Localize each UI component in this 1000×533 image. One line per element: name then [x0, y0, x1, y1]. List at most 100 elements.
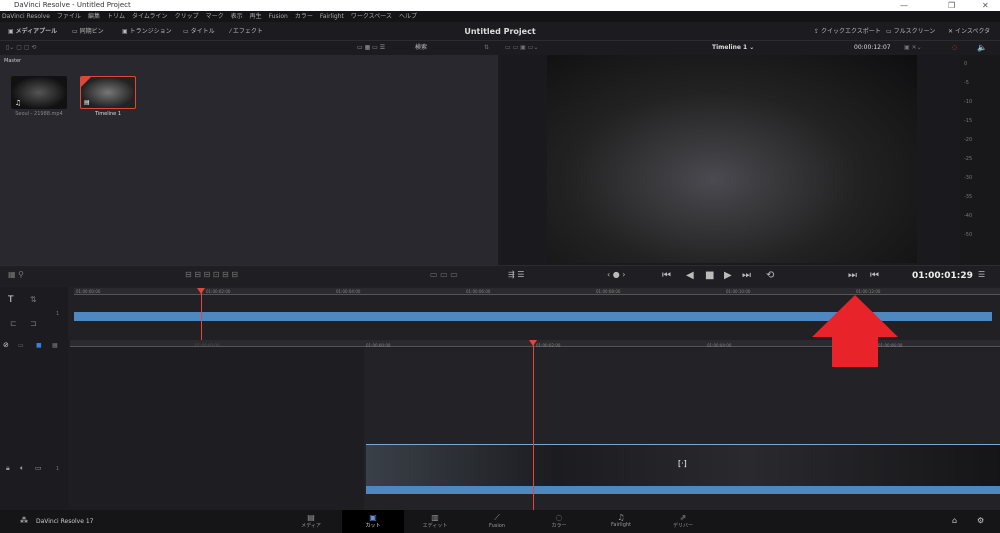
edit-tools[interactable]: ⊟ ⊟ ⊟ ⊡ ⊟ ⊟ [185, 270, 238, 279]
meter-label: -40 [964, 213, 973, 219]
menu-item[interactable]: トリム [107, 13, 125, 20]
loop-button[interactable]: ⟲ [766, 270, 774, 281]
search-button[interactable]: 検索 [415, 41, 427, 55]
view-icon[interactable]: ▦ [52, 342, 58, 349]
slip-icon[interactable]: ⊐ [30, 319, 37, 328]
go-to-end-button[interactable]: ⏭ [742, 270, 751, 281]
media-pool-button[interactable]: ▣ メディアプール [8, 22, 57, 41]
timeline-selector[interactable]: Timeline 1 ⌄ [712, 41, 754, 55]
upper-track-tools: T ⇅ ⊏ ⊐ 1 [0, 287, 68, 340]
titles-button[interactable]: ▭ タイトル [183, 22, 215, 41]
viewer-mode-icons[interactable]: ▭ ▭ ▣ ▭⌄ [505, 41, 538, 55]
menu-icon[interactable]: ☰ [978, 270, 985, 279]
menu-item[interactable]: ワークスペース [351, 13, 392, 20]
stop-button[interactable]: ■ [705, 270, 714, 281]
settings-gear-icon[interactable]: ⚙ [977, 516, 984, 525]
lower-playhead[interactable] [533, 341, 534, 510]
source-icons[interactable]: ⇶ ☰ [508, 270, 524, 279]
page-tab[interactable]: ▣ カット [342, 510, 404, 533]
menu-item[interactable]: 再生 [250, 13, 262, 20]
page-tab-label: メディア [301, 523, 321, 529]
meter-label: -10 [964, 99, 973, 105]
menu-item[interactable]: クリップ [175, 13, 199, 20]
view-mode-icons[interactable]: ▭ ▦ ▭ ☰ [357, 41, 385, 55]
inspector-button[interactable]: ✕ インスペクタ [948, 22, 990, 41]
quick-export-label: クイックエクスポート [820, 28, 881, 35]
meter-label: -30 [964, 175, 973, 181]
viewer-options-icons[interactable]: ▣ ✕⌄ [904, 41, 922, 55]
sync-bin-button[interactable]: ▭ 同期ビン [72, 22, 104, 41]
lock-track-icon[interactable]: 🔒︎ [6, 464, 10, 473]
video-clip[interactable]: [·] [366, 444, 1000, 486]
audio-clip[interactable] [366, 486, 1000, 494]
text-tool-icon[interactable]: T [8, 295, 14, 305]
menu-item[interactable]: DaVinci Resolve [2, 13, 50, 20]
transitions-button[interactable]: ▣ トランジション [122, 22, 172, 41]
fullscreen-button[interactable]: ▭ フルスクリーン [886, 22, 935, 41]
upper-playhead[interactable] [201, 289, 202, 340]
selected-corner-icon [81, 77, 91, 87]
bin-name: Master [4, 58, 22, 64]
maximize-button[interactable]: ❐ [948, 0, 955, 11]
menu-item[interactable]: マーク [206, 13, 224, 20]
prev-edit-button[interactable]: ⏮︎ [870, 270, 879, 281]
speaker-icon[interactable]: 🔈 [977, 43, 987, 52]
mute-track-icon[interactable]: 🔈︎ [20, 464, 24, 473]
page-tab[interactable]: ▥ エディット [404, 510, 466, 533]
marker-icon[interactable]: ■ [36, 342, 42, 349]
jog-control[interactable]: ‹ ● › [607, 270, 625, 279]
fullscreen-label: フルスクリーン [893, 28, 936, 35]
page-tab[interactable]: ⇗ デリバー [652, 510, 714, 533]
menu-item[interactable]: カラー [295, 13, 313, 20]
audio-meter: 🔈 0 -5 -10 -15 -20 -25 -30 -35 -40 -50 [960, 43, 1000, 265]
play-button[interactable]: ▶ [724, 270, 732, 281]
record-icon[interactable]: ◌ [952, 41, 957, 55]
link-icon[interactable]: ▭ [18, 342, 24, 349]
audio-tool-icon[interactable]: ⇅ [30, 295, 37, 304]
clip-thumbnail[interactable]: ♫ [11, 76, 67, 109]
menu-item[interactable]: Fairlight [320, 13, 344, 20]
close-button[interactable]: ✕ [982, 0, 989, 11]
layout-icons[interactable]: ▦ ⚲ [8, 270, 24, 279]
sort-icon[interactable]: ⇅ [484, 41, 489, 55]
toolbar: Untitled Project ▣ メディアプール ▭ 同期ビン ▣ トランジ… [0, 22, 1000, 41]
menu-item[interactable]: 表示 [231, 13, 243, 20]
play-reverse-button[interactable]: ◀ [686, 270, 694, 281]
snap-icon[interactable]: ⊘ [3, 341, 9, 349]
quick-export-button[interactable]: ⇪ クイックエクスポート [814, 22, 881, 41]
page-navigation: ⁂ DaVinci Resolve 17 ▤ メディア ▣ カット ▥ エディット ⟋ Fus… [0, 510, 1000, 533]
menu-bar: DaVinci Resolve ファイル 編集 トリム タイムライン クリップ マーク 表示再… [0, 11, 1000, 22]
track-number: 1 [56, 466, 60, 472]
upper-ruler[interactable]: 01:00:00:00 01:00:02:00 01:00:04:00 01:00:0… [74, 288, 1000, 295]
timeline-thumbnail[interactable]: ▤ [80, 76, 136, 109]
clip-tools[interactable]: ▭ ▭ ▭ [430, 270, 458, 279]
page-tab-label: エディット [422, 523, 448, 529]
transport-bar: ▦ ⚲ ⊟ ⊟ ⊟ ⊡ ⊟ ⊟ ▭ ▭ ▭ ⇶ ☰ ‹ ● › ⏮ ◀ ■ ▶ … [0, 265, 1000, 287]
trim-icon[interactable]: ⊏ [10, 319, 17, 328]
page-tab-icon: ◌ [555, 513, 563, 522]
page-tab[interactable]: ◌ カラー [528, 510, 590, 533]
page-tab-icon: ▤ [307, 513, 315, 522]
go-to-start-button[interactable]: ⏮ [662, 270, 671, 281]
meter-label: -25 [964, 156, 973, 162]
home-icon[interactable]: ⌂ [952, 516, 957, 525]
menu-item[interactable]: ヘルプ [399, 13, 417, 20]
pool-view-icons[interactable]: ▯⌄ ▢ ▢ ⟲ [6, 41, 36, 55]
menu-item[interactable]: Fusion [269, 13, 288, 20]
duration-timecode: 00:00:12:07 [854, 44, 891, 51]
media-pool: Master ♫ Seoul - 21988.mp4 ▤ Timeline 1 [0, 55, 498, 265]
video-frame[interactable] [547, 55, 917, 263]
page-tab[interactable]: ⟋ Fusion [466, 510, 528, 533]
window-title: DaVinci Resolve - Untitled Project [14, 1, 131, 9]
effects-label: エフェクト [232, 28, 263, 35]
viewer: 🔈 0 -5 -10 -15 -20 -25 -30 -35 -40 -50 [498, 43, 1000, 265]
page-tab[interactable]: ▤ メディア [280, 510, 342, 533]
minimize-button[interactable]: — [900, 0, 908, 11]
next-edit-button[interactable]: ⏭︎ [848, 270, 857, 281]
menu-item[interactable]: ファイル [57, 13, 81, 20]
video-track-icon[interactable]: ▭ [35, 464, 42, 472]
page-tab[interactable]: ♫ Fairlight [590, 510, 652, 533]
menu-item[interactable]: 編集 [88, 13, 100, 20]
menu-item[interactable]: タイムライン [132, 13, 168, 20]
effects-button[interactable]: ⁄ エフェクト [230, 22, 263, 41]
